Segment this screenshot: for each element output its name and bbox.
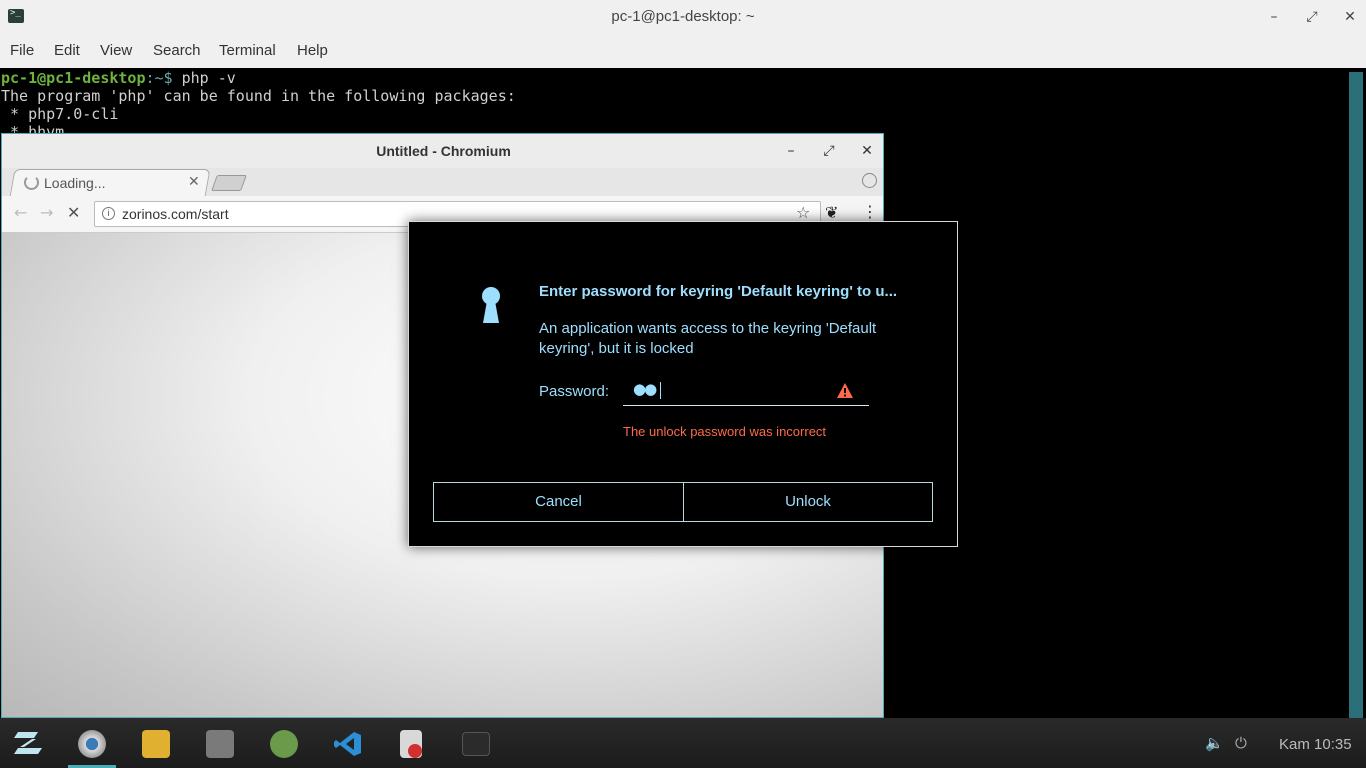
- terminal-window-title: pc-1@pc1-desktop: ~: [611, 8, 755, 25]
- chromium-menu-icon[interactable]: ⋮: [862, 202, 878, 221]
- terminal-icon[interactable]: [462, 732, 490, 756]
- terminal-line-prompt: pc-1@pc1-desktop:~$ php -v: [1, 69, 236, 87]
- terminal-maximize-button[interactable]: ⤢: [1301, 6, 1323, 28]
- keyring-unlock-dialog: Enter password for keyring 'Default keyr…: [408, 221, 958, 547]
- chromium-window-title: Untitled - Chromium: [376, 143, 511, 159]
- prompt-path: :~$: [145, 69, 173, 87]
- password-input[interactable]: ●●: [623, 374, 869, 406]
- menu-help[interactable]: Help: [297, 42, 328, 59]
- vscode-icon[interactable]: [334, 730, 362, 758]
- power-icon[interactable]: ⏻: [1235, 734, 1247, 752]
- text-caret: [660, 382, 661, 399]
- menu-view[interactable]: View: [100, 42, 132, 59]
- cancel-button[interactable]: Cancel: [433, 482, 684, 522]
- terminal-minimize-button[interactable]: –: [1263, 6, 1285, 28]
- chromium-icon[interactable]: [78, 730, 106, 758]
- new-tab-button[interactable]: [211, 175, 247, 191]
- volume-icon[interactable]: 🔈: [1205, 734, 1224, 752]
- gnome-extension-icon[interactable]: ❦: [825, 203, 838, 222]
- terminal-scrollbar[interactable]: [1349, 72, 1363, 718]
- terminal-line: The program 'php' can be found in the fo…: [1, 87, 516, 105]
- password-label: Password:: [539, 383, 610, 400]
- clock[interactable]: Kam 10:35: [1279, 736, 1352, 753]
- back-arrow-icon[interactable]: ←: [14, 203, 27, 222]
- chromium-minimize-button[interactable]: –: [780, 140, 802, 162]
- terminal-line: * php7.0-cli: [1, 105, 119, 123]
- menu-search[interactable]: Search: [153, 42, 201, 59]
- android-studio-icon[interactable]: [270, 730, 298, 758]
- site-info-icon[interactable]: i: [102, 207, 115, 220]
- prompt-command: php -v: [172, 69, 236, 87]
- mail-icon[interactable]: [142, 730, 170, 758]
- files-icon[interactable]: [206, 730, 234, 758]
- zorin-menu-icon[interactable]: [14, 730, 42, 756]
- menu-file[interactable]: File: [10, 42, 34, 59]
- screen-recorder-icon[interactable]: [400, 730, 422, 758]
- password-mask: ●●: [633, 380, 657, 398]
- prompt-user: pc-1@pc1-desktop: [1, 69, 146, 87]
- unlock-button[interactable]: Unlock: [683, 482, 933, 522]
- stop-loading-icon[interactable]: ✕: [67, 203, 80, 222]
- terminal-close-button[interactable]: ✕: [1339, 6, 1361, 28]
- chromium-close-button[interactable]: ✕: [856, 140, 878, 162]
- forward-arrow-icon[interactable]: →: [40, 203, 53, 222]
- tab-close-icon[interactable]: ✕: [188, 173, 200, 190]
- taskbar: 🔈 ⏻: [0, 718, 1366, 768]
- menu-terminal[interactable]: Terminal: [219, 42, 276, 59]
- bookmark-star-icon[interactable]: ☆: [796, 203, 810, 222]
- tab-loading[interactable]: Loading... ✕: [12, 169, 206, 196]
- dialog-heading: Enter password for keyring 'Default keyr…: [539, 283, 898, 300]
- terminal-titlebar[interactable]: pc-1@pc1-desktop: ~ – ⤢ ✕: [0, 0, 1366, 34]
- chromium-titlebar[interactable]: Untitled - Chromium – ⤢ ✕: [2, 134, 883, 168]
- terminal-menubar: File Edit View Search Terminal Help: [0, 34, 1366, 68]
- error-message: The unlock password was incorrect: [623, 424, 827, 439]
- dialog-message: An application wants access to the keyri…: [539, 320, 877, 357]
- profile-icon[interactable]: [862, 173, 877, 188]
- chromium-maximize-button[interactable]: ⤢: [818, 140, 840, 162]
- tab-label: Loading...: [44, 175, 106, 191]
- keyhole-icon: [482, 287, 500, 323]
- warning-icon: [837, 383, 853, 398]
- loading-spinner-icon: [24, 175, 39, 190]
- address-url: zorinos.com/start: [122, 206, 229, 222]
- menu-edit[interactable]: Edit: [54, 42, 80, 59]
